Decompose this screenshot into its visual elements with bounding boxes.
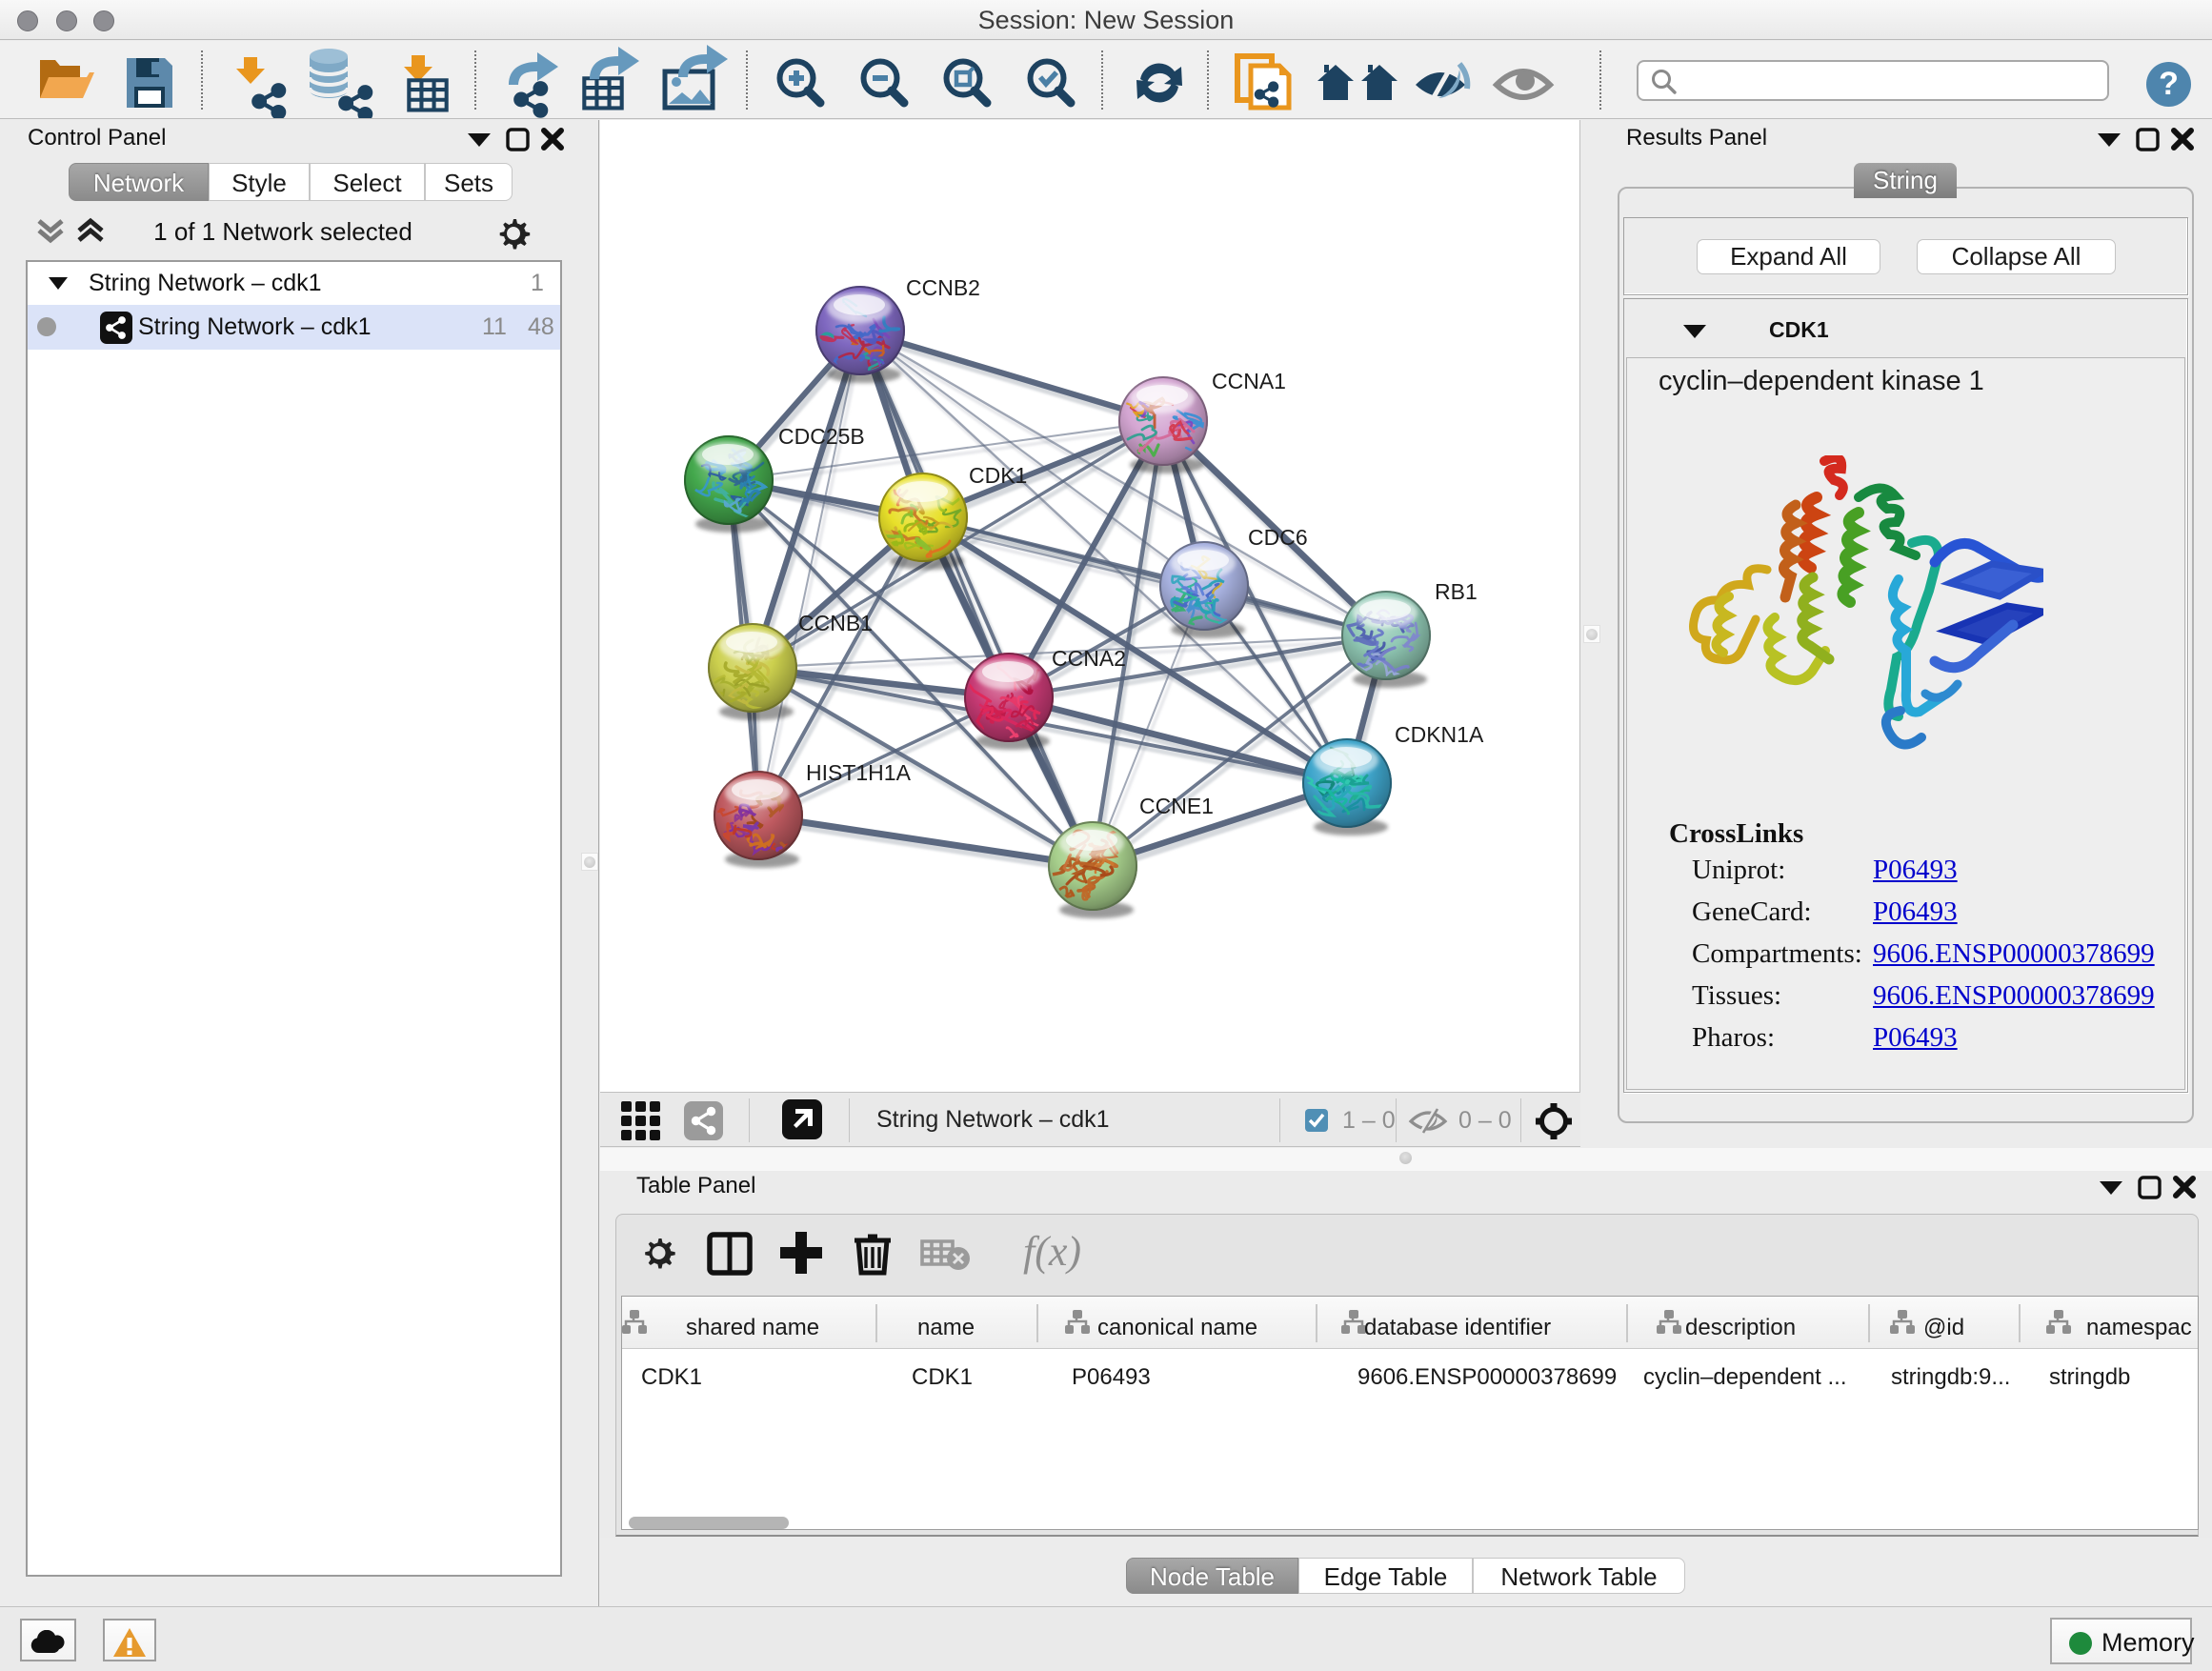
svg-text:CDC6: CDC6 xyxy=(1248,525,1308,550)
svg-text:database identifier: database identifier xyxy=(1364,1315,1551,1340)
svg-text:CCNB1: CCNB1 xyxy=(798,611,873,635)
svg-text:CDC25B: CDC25B xyxy=(778,424,865,449)
svg-text:CDK1: CDK1 xyxy=(969,463,1027,488)
svg-text:shared name: shared name xyxy=(686,1315,819,1340)
svg-text:CDK1: CDK1 xyxy=(912,1364,973,1390)
svg-text:stringdb:9...: stringdb:9... xyxy=(1891,1364,2010,1390)
svg-text:CCNA1: CCNA1 xyxy=(1212,369,1286,393)
svg-text:name: name xyxy=(917,1315,975,1340)
svg-text:stringdb: stringdb xyxy=(2049,1364,2130,1390)
svg-text:@id: @id xyxy=(1923,1315,1964,1340)
svg-text:P06493: P06493 xyxy=(1072,1364,1151,1390)
svg-text:description: description xyxy=(1685,1315,1796,1340)
svg-text:f(x): f(x) xyxy=(1023,1228,1081,1275)
svg-text:9606.ENSP00000378699: 9606.ENSP00000378699 xyxy=(1357,1364,1617,1390)
svg-text:cyclin–dependent ...: cyclin–dependent ... xyxy=(1643,1364,1846,1390)
svg-text:CCNE1: CCNE1 xyxy=(1139,794,1214,818)
svg-text:CCNB2: CCNB2 xyxy=(906,275,980,300)
svg-text:CDK1: CDK1 xyxy=(641,1364,702,1390)
svg-text:HIST1H1A: HIST1H1A xyxy=(806,760,912,785)
svg-text:CCNA2: CCNA2 xyxy=(1052,646,1126,671)
svg-text:CDKN1A: CDKN1A xyxy=(1395,722,1484,747)
svg-text:canonical name: canonical name xyxy=(1097,1315,1257,1340)
svg-text:RB1: RB1 xyxy=(1435,579,1478,604)
svg-text:namespac: namespac xyxy=(2086,1315,2192,1340)
